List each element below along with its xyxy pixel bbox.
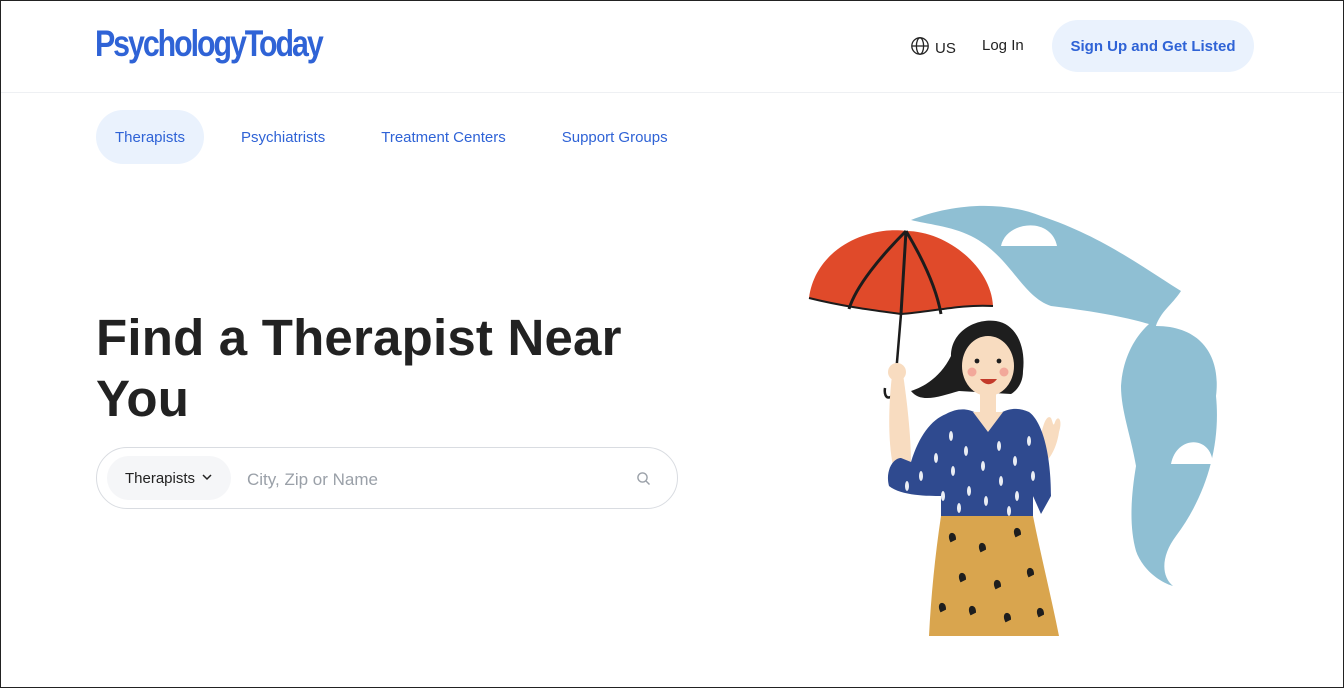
category-tabs: Therapists Psychiatrists Treatment Cente…: [96, 110, 687, 164]
search-bar: Therapists: [96, 447, 678, 509]
blouse-shape: [887, 408, 1051, 518]
face-shape: [962, 336, 1014, 396]
search-type-label: Therapists: [125, 469, 196, 487]
psychology-today-logo[interactable]: PsychologyToday: [95, 23, 324, 65]
tab-treatment-centers[interactable]: Treatment Centers: [362, 110, 525, 164]
tab-therapists[interactable]: Therapists: [96, 110, 205, 164]
region-selector[interactable]: US: [910, 36, 956, 60]
search-icon[interactable]: [635, 470, 653, 488]
signup-button[interactable]: Sign Up and Get Listed: [1052, 20, 1254, 72]
tab-psychiatrists[interactable]: Psychiatrists: [222, 110, 344, 164]
login-link[interactable]: Log In: [982, 37, 1024, 54]
chevron-down-icon: [201, 470, 213, 487]
hero-illustration: [801, 196, 1241, 641]
site-header: PsychologyToday US Log In Sign Up and Ge…: [1, 1, 1343, 93]
search-input[interactable]: [245, 462, 619, 498]
tab-support-groups[interactable]: Support Groups: [543, 110, 687, 164]
skirt-shape: [929, 516, 1059, 636]
search-type-dropdown[interactable]: Therapists: [107, 456, 232, 500]
page-title: Find a Therapist Near You: [96, 309, 622, 427]
region-label: US: [935, 39, 956, 57]
globe-icon: [910, 36, 930, 60]
